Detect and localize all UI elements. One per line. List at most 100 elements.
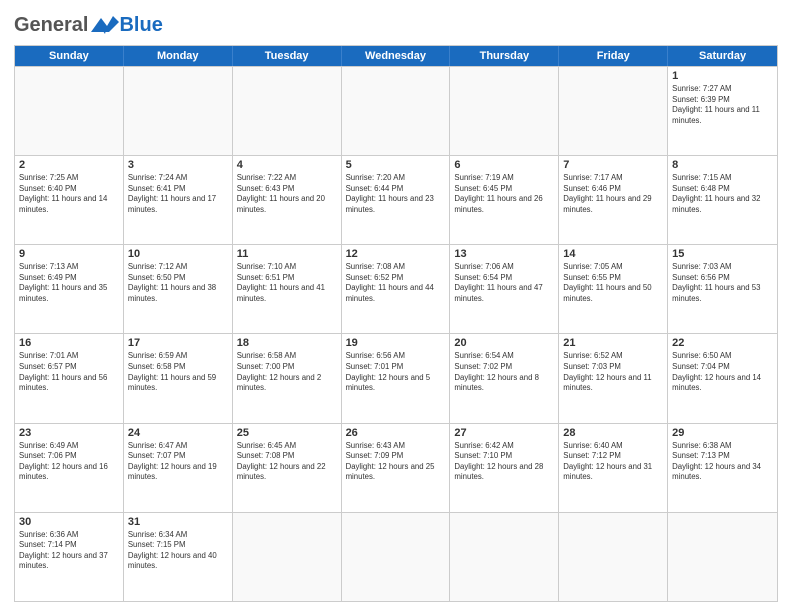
- day-number: 19: [346, 337, 446, 349]
- calendar-header: SundayMondayTuesdayWednesdayThursdayFrid…: [15, 46, 777, 66]
- day-number: 28: [563, 427, 663, 439]
- day-cell-28: 28 Sunrise: 6:40 AM Sunset: 7:12 PM Dayli…: [559, 424, 668, 512]
- day-cell-2: 2 Sunrise: 7:25 AM Sunset: 6:40 PM Daylig…: [15, 156, 124, 244]
- day-cell-21: 21 Sunrise: 6:52 AM Sunset: 7:03 PM Dayli…: [559, 334, 668, 422]
- day-cell-25: 25 Sunrise: 6:45 AM Sunset: 7:08 PM Dayli…: [233, 424, 342, 512]
- empty-cell-5-4: [450, 513, 559, 601]
- calendar-row-1: 2 Sunrise: 7:25 AM Sunset: 6:40 PM Daylig…: [15, 155, 777, 244]
- calendar: SundayMondayTuesdayWednesdayThursdayFrid…: [14, 45, 778, 602]
- empty-cell-0-0: [15, 67, 124, 155]
- day-number: 11: [237, 248, 337, 260]
- day-number: 24: [128, 427, 228, 439]
- day-cell-4: 4Sunrise: 7:22 AM Sunset: 6:43 PM Daylig…: [233, 156, 342, 244]
- day-info: Sunrise: 7:19 AM Sunset: 6:45 PM Dayligh…: [454, 173, 554, 215]
- day-number: 6: [454, 159, 554, 171]
- empty-cell-0-1: [124, 67, 233, 155]
- day-info: Sunrise: 6:40 AM Sunset: 7:12 PM Dayligh…: [563, 441, 663, 483]
- day-cell-26: 26Sunrise: 6:43 AM Sunset: 7:09 PM Dayli…: [342, 424, 451, 512]
- calendar-row-4: 23 Sunrise: 6:49 AM Sunset: 7:06 PM Dayli…: [15, 423, 777, 512]
- calendar-row-0: 1 Sunrise: 7:27 AM Sunset: 6:39 PM Daylig…: [15, 66, 777, 155]
- day-cell-9: 9Sunrise: 7:13 AM Sunset: 6:49 PM Daylig…: [15, 245, 124, 333]
- calendar-row-3: 16Sunrise: 7:01 AM Sunset: 6:57 PM Dayli…: [15, 333, 777, 422]
- day-number: 1: [672, 70, 773, 82]
- day-info: Sunrise: 7:03 AM Sunset: 6:56 PM Dayligh…: [672, 262, 773, 304]
- day-info: Sunrise: 6:54 AM Sunset: 7:02 PM Dayligh…: [454, 351, 554, 393]
- weekday-header-thursday: Thursday: [450, 46, 559, 66]
- day-info: Sunrise: 7:08 AM Sunset: 6:52 PM Dayligh…: [346, 262, 446, 304]
- day-info: Sunrise: 7:06 AM Sunset: 6:54 PM Dayligh…: [454, 262, 554, 304]
- calendar-row-5: 30Sunrise: 6:36 AM Sunset: 7:14 PM Dayli…: [15, 512, 777, 601]
- day-info: Sunrise: 6:47 AM Sunset: 7:07 PM Dayligh…: [128, 441, 228, 483]
- day-info: Sunrise: 6:45 AM Sunset: 7:08 PM Dayligh…: [237, 441, 337, 483]
- weekday-header-saturday: Saturday: [668, 46, 777, 66]
- day-cell-16: 16Sunrise: 7:01 AM Sunset: 6:57 PM Dayli…: [15, 334, 124, 422]
- empty-cell-0-5: [559, 67, 668, 155]
- logo: General Blue: [14, 14, 163, 37]
- empty-cell-0-2: [233, 67, 342, 155]
- day-info: Sunrise: 6:58 AM Sunset: 7:00 PM Dayligh…: [237, 351, 337, 393]
- day-cell-27: 27 Sunrise: 6:42 AM Sunset: 7:10 PM Dayli…: [450, 424, 559, 512]
- day-cell-22: 22Sunrise: 6:50 AM Sunset: 7:04 PM Dayli…: [668, 334, 777, 422]
- empty-cell-5-6: [668, 513, 777, 601]
- day-number: 26: [346, 427, 446, 439]
- day-info: Sunrise: 7:27 AM Sunset: 6:39 PM Dayligh…: [672, 84, 773, 126]
- day-cell-23: 23 Sunrise: 6:49 AM Sunset: 7:06 PM Dayli…: [15, 424, 124, 512]
- day-cell-15: 15 Sunrise: 7:03 AM Sunset: 6:56 PM Dayli…: [668, 245, 777, 333]
- weekday-header-tuesday: Tuesday: [233, 46, 342, 66]
- day-info: Sunrise: 6:52 AM Sunset: 7:03 PM Dayligh…: [563, 351, 663, 393]
- day-cell-18: 18 Sunrise: 6:58 AM Sunset: 7:00 PM Dayli…: [233, 334, 342, 422]
- day-number: 21: [563, 337, 663, 349]
- page: General Blue SundayMondayTuesdayWednesda…: [0, 0, 792, 612]
- day-number: 29: [672, 427, 773, 439]
- day-info: Sunrise: 7:25 AM Sunset: 6:40 PM Dayligh…: [19, 173, 119, 215]
- day-info: Sunrise: 7:12 AM Sunset: 6:50 PM Dayligh…: [128, 262, 228, 304]
- day-number: 7: [563, 159, 663, 171]
- day-cell-30: 30Sunrise: 6:36 AM Sunset: 7:14 PM Dayli…: [15, 513, 124, 601]
- day-number: 22: [672, 337, 773, 349]
- day-cell-3: 3Sunrise: 7:24 AM Sunset: 6:41 PM Daylig…: [124, 156, 233, 244]
- empty-cell-0-4: [450, 67, 559, 155]
- day-cell-10: 10 Sunrise: 7:12 AM Sunset: 6:50 PM Dayli…: [124, 245, 233, 333]
- day-cell-5: 5Sunrise: 7:20 AM Sunset: 6:44 PM Daylig…: [342, 156, 451, 244]
- day-number: 17: [128, 337, 228, 349]
- day-number: 31: [128, 516, 228, 528]
- empty-cell-5-3: [342, 513, 451, 601]
- day-number: 20: [454, 337, 554, 349]
- day-cell-7: 7 Sunrise: 7:17 AM Sunset: 6:46 PM Daylig…: [559, 156, 668, 244]
- logo-blue-text: Blue: [119, 14, 162, 37]
- day-info: Sunrise: 6:38 AM Sunset: 7:13 PM Dayligh…: [672, 441, 773, 483]
- day-info: Sunrise: 6:59 AM Sunset: 6:58 PM Dayligh…: [128, 351, 228, 393]
- day-info: Sunrise: 7:20 AM Sunset: 6:44 PM Dayligh…: [346, 173, 446, 215]
- day-info: Sunrise: 6:34 AM Sunset: 7:15 PM Dayligh…: [128, 530, 228, 572]
- header: General Blue: [14, 14, 778, 37]
- calendar-body: 1 Sunrise: 7:27 AM Sunset: 6:39 PM Daylig…: [15, 66, 777, 601]
- day-info: Sunrise: 7:01 AM Sunset: 6:57 PM Dayligh…: [19, 351, 119, 393]
- day-cell-8: 8 Sunrise: 7:15 AM Sunset: 6:48 PM Daylig…: [668, 156, 777, 244]
- day-info: Sunrise: 7:10 AM Sunset: 6:51 PM Dayligh…: [237, 262, 337, 304]
- day-cell-24: 24 Sunrise: 6:47 AM Sunset: 7:07 PM Dayli…: [124, 424, 233, 512]
- day-number: 30: [19, 516, 119, 528]
- day-info: Sunrise: 7:17 AM Sunset: 6:46 PM Dayligh…: [563, 173, 663, 215]
- day-number: 2: [19, 159, 119, 171]
- day-info: Sunrise: 7:24 AM Sunset: 6:41 PM Dayligh…: [128, 173, 228, 215]
- day-info: Sunrise: 6:56 AM Sunset: 7:01 PM Dayligh…: [346, 351, 446, 393]
- day-number: 4: [237, 159, 337, 171]
- day-cell-20: 20 Sunrise: 6:54 AM Sunset: 7:02 PM Dayli…: [450, 334, 559, 422]
- day-number: 18: [237, 337, 337, 349]
- day-number: 23: [19, 427, 119, 439]
- day-cell-13: 13Sunrise: 7:06 AM Sunset: 6:54 PM Dayli…: [450, 245, 559, 333]
- day-cell-14: 14Sunrise: 7:05 AM Sunset: 6:55 PM Dayli…: [559, 245, 668, 333]
- day-info: Sunrise: 6:42 AM Sunset: 7:10 PM Dayligh…: [454, 441, 554, 483]
- logo-bird-icon: [91, 14, 119, 36]
- day-number: 12: [346, 248, 446, 260]
- weekday-header-monday: Monday: [124, 46, 233, 66]
- day-info: Sunrise: 6:49 AM Sunset: 7:06 PM Dayligh…: [19, 441, 119, 483]
- day-number: 10: [128, 248, 228, 260]
- day-cell-11: 11 Sunrise: 7:10 AM Sunset: 6:51 PM Dayli…: [233, 245, 342, 333]
- day-number: 27: [454, 427, 554, 439]
- day-number: 15: [672, 248, 773, 260]
- weekday-header-sunday: Sunday: [15, 46, 124, 66]
- day-info: Sunrise: 7:15 AM Sunset: 6:48 PM Dayligh…: [672, 173, 773, 215]
- day-number: 25: [237, 427, 337, 439]
- day-number: 8: [672, 159, 773, 171]
